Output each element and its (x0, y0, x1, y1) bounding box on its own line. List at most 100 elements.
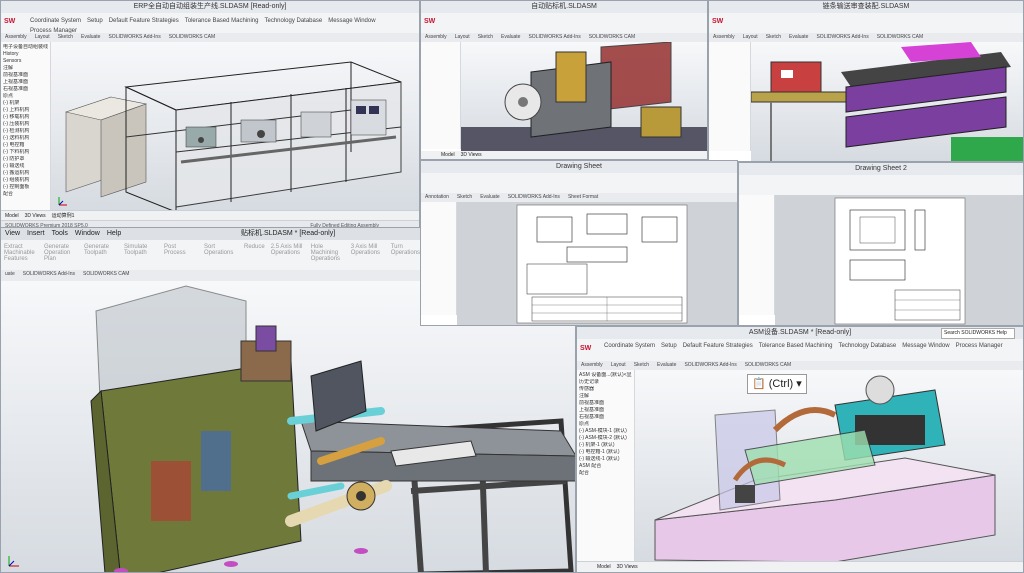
ribbon-button[interactable]: Simulate Toolpath (124, 244, 158, 256)
graphics-area[interactable] (461, 41, 707, 153)
search-input[interactable]: Search SOLIDWORKS Help (941, 328, 1015, 339)
tree-item[interactable]: (-) 移载机构 (3, 114, 48, 121)
ribbon-button[interactable]: Hole Machining Operations (311, 244, 345, 262)
ribbon-button[interactable]: Default Feature Strategies (109, 18, 179, 24)
tree-item[interactable]: (-) 压装机构 (3, 121, 48, 128)
command-tab[interactable]: Evaluate (497, 33, 524, 42)
command-tab[interactable]: SOLIDWORKS CAM (873, 33, 927, 42)
bottom-tab[interactable]: 运动算例1 (52, 213, 75, 219)
tree-item[interactable]: History (3, 51, 48, 58)
tree-item[interactable]: 注解 (3, 65, 48, 72)
tree-item[interactable]: (-) 搬运机构 (3, 170, 48, 177)
ribbon-button[interactable]: 3 Axis Mill Operations (351, 244, 385, 256)
command-tab[interactable]: SOLIDWORKS CAM (741, 361, 795, 370)
tree-item[interactable]: (-) 电控箱-1 (默认) (579, 449, 632, 456)
tree-item[interactable]: (-) 输送线 (3, 163, 48, 170)
command-tab[interactable]: Sketch (453, 193, 476, 202)
tree-item[interactable]: 原点 (3, 93, 48, 100)
command-tab[interactable]: Sketch (630, 361, 653, 370)
tree-item[interactable]: (-) 组装机构 (3, 177, 48, 184)
tree-item[interactable]: (-) 上料机构 (3, 107, 48, 114)
ribbon-button[interactable]: Coordinate System (30, 18, 81, 24)
command-tab[interactable]: Sheet Format (564, 193, 602, 202)
ribbon-button[interactable]: Generate Operation Plan (44, 244, 78, 262)
tree-item[interactable]: (-) 控制面板 (3, 184, 48, 191)
tree-item[interactable]: 传感器 (579, 386, 632, 393)
tree-item[interactable]: (-) 输送线-1 (默认) (579, 456, 632, 463)
tree-item[interactable]: (-) 检测机构 (3, 128, 48, 135)
command-tab[interactable]: SOLIDWORKS Add-Ins (680, 361, 740, 370)
command-tab[interactable]: Evaluate (785, 33, 812, 42)
ribbon-button[interactable]: Extract Machinable Features (4, 244, 38, 262)
tree-item[interactable]: (-) 机架-1 (默认) (579, 442, 632, 449)
bottom-tab[interactable]: 3D Views (617, 564, 638, 570)
feature-tree[interactable] (739, 195, 775, 315)
command-tab[interactable]: SOLIDWORKS Add-Ins (504, 193, 564, 202)
tree-item[interactable]: 上视基准面 (579, 407, 632, 414)
bottom-tab[interactable]: 3D Views (461, 152, 482, 158)
command-tab[interactable]: SOLIDWORKS CAM (585, 33, 639, 42)
command-tab[interactable]: SOLIDWORKS Add-Ins (812, 33, 872, 42)
tree-item[interactable]: 电子设备自动组装线 (3, 44, 48, 51)
ribbon-button[interactable]: Technology Database (264, 18, 322, 24)
ribbon-button[interactable]: Post Process (164, 244, 198, 256)
graphics-area[interactable] (750, 42, 1023, 161)
ribbon-button[interactable]: Generate Toolpath (84, 244, 118, 256)
feature-tree[interactable] (421, 202, 457, 315)
command-tab[interactable]: Sketch (54, 33, 77, 42)
ribbon-button[interactable]: Technology Database (838, 343, 896, 349)
ribbon-button[interactable]: Coordinate System (604, 343, 655, 349)
command-tab[interactable]: Layout (607, 361, 630, 370)
ribbon-button[interactable]: Process Manager (956, 343, 1003, 349)
tree-item[interactable]: (-) ASM-模块-2 (默认) (579, 435, 632, 442)
paste-options-button[interactable]: 📋 (Ctrl) ▾ (747, 374, 807, 394)
menu-item[interactable]: Window (75, 230, 100, 237)
ribbon-button[interactable]: Tolerance Based Machining (185, 18, 259, 24)
command-tab[interactable]: SOLIDWORKS Add-Ins (19, 270, 79, 279)
menu-item[interactable]: Insert (27, 230, 45, 237)
command-tab[interactable]: SOLIDWORKS Add-Ins (524, 33, 584, 42)
tree-item[interactable]: Sensors (3, 58, 48, 65)
tree-item[interactable]: 上视基准面 (3, 79, 48, 86)
tree-item[interactable]: (-) ASM-模块-1 (默认) (579, 428, 632, 435)
command-tab[interactable]: Layout (451, 33, 474, 42)
ribbon-button[interactable]: Message Window (902, 343, 949, 349)
command-tab[interactable]: SOLIDWORKS CAM (79, 270, 133, 279)
tree-item[interactable]: 注解 (579, 393, 632, 400)
bottom-tab[interactable]: Model (441, 152, 455, 158)
command-tab[interactable]: SOLIDWORKS Add-Ins (104, 33, 164, 42)
command-tab[interactable]: Assembly (709, 33, 739, 42)
tree-item[interactable]: 右视基准面 (579, 414, 632, 421)
sheet-area[interactable] (775, 195, 1023, 325)
command-tab[interactable]: Assembly (577, 361, 607, 370)
tree-item[interactable]: 配合 (3, 191, 48, 198)
command-tab[interactable]: Evaluate (476, 193, 503, 202)
tree-item[interactable]: 历史记录 (579, 379, 632, 386)
ribbon-button[interactable]: 2.5 Axis Mill Operations (271, 244, 305, 256)
tree-item[interactable]: (-) 下料机构 (3, 149, 48, 156)
menu-item[interactable]: Help (107, 230, 121, 237)
tree-item[interactable]: 配合 (579, 470, 632, 477)
feature-tree[interactable]: ASM 设备面...(默认)<显示>历史记录传感器注解前视基准面上视基准面右视基… (577, 370, 635, 562)
tree-item[interactable]: (-) 机架 (3, 100, 48, 107)
command-tab[interactable]: Layout (739, 33, 762, 42)
tree-item[interactable]: (-) 防护罩 (3, 156, 48, 163)
command-tab[interactable]: Evaluate (653, 361, 680, 370)
tree-item[interactable]: 前视基准面 (579, 400, 632, 407)
ribbon-button[interactable]: Tolerance Based Machining (759, 343, 833, 349)
command-tab[interactable]: Sketch (762, 33, 785, 42)
tree-item[interactable]: 右视基准面 (3, 86, 48, 93)
tree-item[interactable]: (-) 电控箱 (3, 142, 48, 149)
tree-item[interactable]: ASM 设备面...(默认)<显示> (579, 372, 632, 379)
command-tab[interactable]: Assembly (1, 33, 31, 42)
bottom-tab[interactable]: Model (5, 213, 19, 219)
ribbon-button[interactable]: Default Feature Strategies (683, 343, 753, 349)
tree-item[interactable]: ASM 配合 (579, 463, 632, 470)
feature-tree[interactable] (709, 42, 751, 151)
menu-item[interactable]: Tools (52, 230, 68, 237)
ribbon-button[interactable]: Message Window (328, 18, 375, 24)
tree-item[interactable]: 原点 (579, 421, 632, 428)
tree-item[interactable]: (-) 送料机构 (3, 135, 48, 142)
graphics-area[interactable] (51, 42, 419, 213)
ribbon-button[interactable]: Reduce (244, 244, 265, 250)
